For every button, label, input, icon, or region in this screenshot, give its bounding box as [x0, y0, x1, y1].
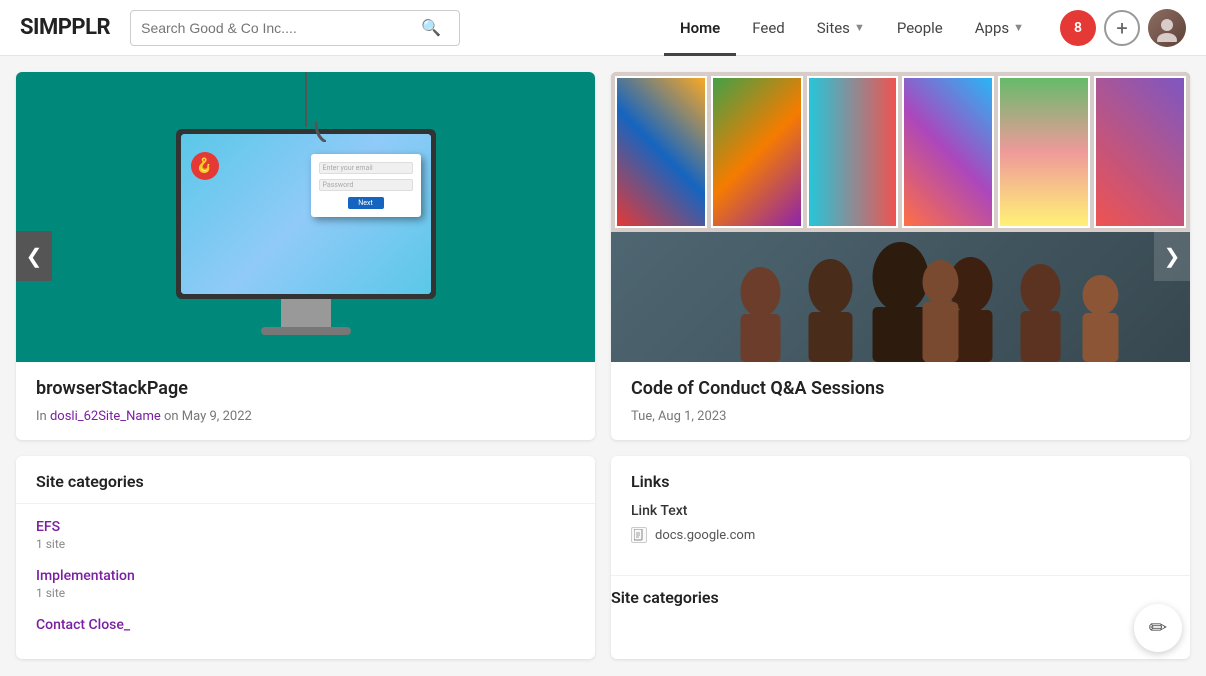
art-6 — [1094, 76, 1186, 228]
monitor-screen: Enter your email Password Next 🪝 — [181, 134, 431, 294]
people-silhouettes — [611, 217, 1190, 362]
bottom-section: Site categories EFS 1 site Implementatio… — [0, 456, 1206, 675]
nav-item-apps[interactable]: Apps ▼ — [959, 0, 1040, 56]
right-card-date: Tue, Aug 1, 2023 — [631, 409, 1170, 424]
category-link-implementation[interactable]: Implementation — [36, 568, 135, 584]
meta-suffix: on May 9, 2022 — [161, 409, 252, 424]
links-body: Link Text docs.google.com — [611, 503, 1190, 559]
link-url: docs.google.com — [655, 528, 755, 543]
right-card-body: Code of Conduct Q&A Sessions Tue, Aug 1,… — [611, 362, 1190, 440]
category-item-implementation: Implementation 1 site — [36, 565, 575, 600]
logo: SIMPPLR — [20, 15, 110, 40]
nav-item-people[interactable]: People — [881, 0, 959, 56]
monitor-stand — [281, 299, 331, 327]
add-button[interactable]: + — [1104, 10, 1140, 46]
meta-prefix: In — [36, 409, 50, 424]
nav-item-home[interactable]: Home — [664, 0, 736, 56]
carousel-prev-button[interactable]: ❮ — [16, 231, 52, 281]
category-link-contact[interactable]: Contact Close_ — [36, 617, 130, 633]
category-link-efs[interactable]: EFS — [36, 519, 60, 535]
links-header: Links — [611, 456, 1190, 503]
user-silhouette-icon — [1153, 14, 1181, 42]
add-icon: + — [1116, 16, 1127, 40]
chevron-right-icon: ❯ — [1164, 244, 1181, 268]
hook-line — [305, 72, 307, 127]
right-carousel-card: ❯ Code of Conduct Q&A Sessions Tue, Aug … — [611, 72, 1190, 440]
art-1 — [615, 76, 707, 228]
art-wall — [611, 72, 1190, 232]
nav-label-people: People — [897, 19, 943, 37]
password-field-mock: Password — [319, 179, 413, 191]
link-doc-icon — [631, 527, 647, 543]
links-card: Links Link Text docs.google.com Site cat… — [611, 456, 1190, 659]
header: SIMPPLR 🔍 Home Feed Sites ▼ People Apps … — [0, 0, 1206, 56]
nav-label-sites: Sites — [817, 19, 850, 37]
site-categories-card: Site categories EFS 1 site Implementatio… — [16, 456, 595, 659]
art-5 — [998, 76, 1090, 228]
right-card-title: Code of Conduct Q&A Sessions — [631, 378, 1170, 399]
left-card-meta: In dosli_62Site_Name on May 9, 2022 — [36, 409, 575, 424]
avatar-image — [1148, 9, 1186, 47]
edit-icon: ✏ — [1149, 616, 1167, 641]
nav-item-sites[interactable]: Sites ▼ — [801, 0, 881, 56]
carousel-next-button[interactable]: ❯ — [1154, 231, 1190, 281]
category-count-implementation: 1 site — [36, 586, 575, 600]
search-input[interactable] — [141, 20, 421, 36]
monitor-body: Enter your email Password Next 🪝 — [176, 129, 436, 299]
main-content: Enter your email Password Next 🪝 ❮ brows… — [0, 56, 1206, 456]
next-button-mock: Next — [348, 197, 384, 209]
right-card-image — [611, 72, 1190, 362]
art-4 — [902, 76, 994, 228]
nav-item-feed[interactable]: Feed — [736, 0, 801, 56]
nav-label-feed: Feed — [752, 19, 785, 37]
link-item-docs[interactable]: docs.google.com — [631, 527, 1170, 543]
nav-label-home: Home — [680, 19, 720, 37]
secondary-site-categories: Site categories — [611, 575, 1190, 615]
left-carousel-card: Enter your email Password Next 🪝 ❮ brows… — [16, 72, 595, 440]
left-card-body: browserStackPage In dosli_62Site_Name on… — [16, 362, 595, 440]
art-3 — [807, 76, 899, 228]
notification-count: 8 — [1074, 20, 1082, 36]
category-item-contact: Contact Close_ — [36, 614, 575, 633]
hook-curve — [306, 122, 326, 146]
site-categories-body: EFS 1 site Implementation 1 site Contact… — [16, 504, 595, 659]
fab-button[interactable]: ✏ — [1134, 604, 1182, 652]
monitor-illustration: Enter your email Password Next 🪝 — [176, 129, 436, 335]
search-icon: 🔍 — [421, 18, 441, 37]
notification-badge[interactable]: 8 — [1060, 10, 1096, 46]
link-group-title: Link Text — [631, 503, 1170, 519]
phishing-form: Enter your email Password Next — [311, 154, 421, 217]
chevron-down-icon: ▼ — [854, 21, 865, 34]
left-card-title: browserStackPage — [36, 378, 575, 399]
secondary-site-categories-header: Site categories — [611, 588, 1190, 615]
search-bar[interactable]: 🔍 — [130, 10, 460, 46]
category-count-efs: 1 site — [36, 537, 575, 551]
site-categories-header: Site categories — [16, 456, 595, 504]
left-card-image: Enter your email Password Next 🪝 — [16, 72, 595, 362]
avatar[interactable] — [1148, 9, 1186, 47]
site-name-link[interactable]: dosli_62Site_Name — [50, 409, 161, 424]
email-field-mock: Enter your email — [319, 162, 413, 174]
chevron-left-icon: ❮ — [26, 244, 43, 268]
category-item-efs: EFS 1 site — [36, 516, 575, 551]
monitor-base — [261, 327, 351, 335]
header-actions: 8 + — [1060, 9, 1186, 47]
main-nav: Home Feed Sites ▼ People Apps ▼ — [664, 0, 1040, 56]
people-group — [611, 217, 1190, 362]
nav-label-apps: Apps — [975, 19, 1009, 37]
art-2 — [711, 76, 803, 228]
chevron-down-icon-apps: ▼ — [1013, 21, 1024, 34]
document-icon — [634, 529, 644, 541]
phish-logo: 🪝 — [191, 152, 219, 180]
